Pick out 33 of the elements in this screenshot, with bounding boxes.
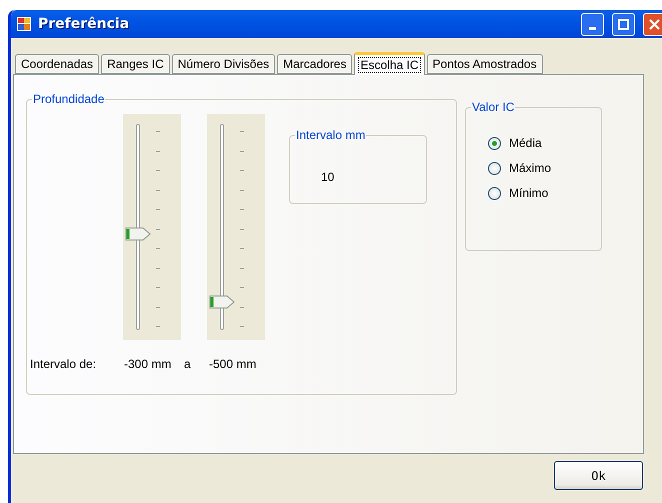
vertical-slider[interactable] [207,114,265,340]
app-icon [16,16,32,32]
minimize-icon [589,26,596,30]
ok-button[interactable]: Ok [554,461,643,490]
group-title: Valor IC [471,100,516,114]
window-title: Preferência [38,16,130,32]
interval-value: 10 [321,170,334,184]
range-connector: a [184,357,192,371]
tab[interactable]: Número Divisões [172,54,276,74]
radio-option[interactable]: Média [488,136,601,150]
range-to: -500 mm [209,357,258,371]
range-label: Intervalo de: [30,357,98,371]
tab[interactable]: Pontos Amostrados [426,54,543,74]
close-icon [649,18,660,30]
group-title: Intervalo mm [295,128,366,142]
slider-thumb[interactable] [209,294,235,309]
maximize-icon [618,18,629,30]
tab[interactable]: Escolha IC [354,52,425,75]
range-from: -300 mm [124,357,172,371]
radio-button[interactable] [488,162,501,174]
minimize-button[interactable] [581,12,604,36]
slider-thumb[interactable] [125,226,151,241]
tab[interactable]: Marcadores [277,54,352,74]
radio-button[interactable] [488,136,501,150]
radio-option[interactable]: Mínimo [488,186,601,200]
group-title: Profundidade [32,92,106,106]
close-button[interactable] [643,12,662,36]
tab[interactable]: Ranges IC [101,54,170,74]
vertical-slider[interactable] [123,114,181,340]
maximize-button[interactable] [612,12,635,36]
radio-button[interactable] [488,186,501,200]
radio-option[interactable]: Máximo [488,161,601,175]
tab[interactable]: Coordenadas [15,54,100,74]
